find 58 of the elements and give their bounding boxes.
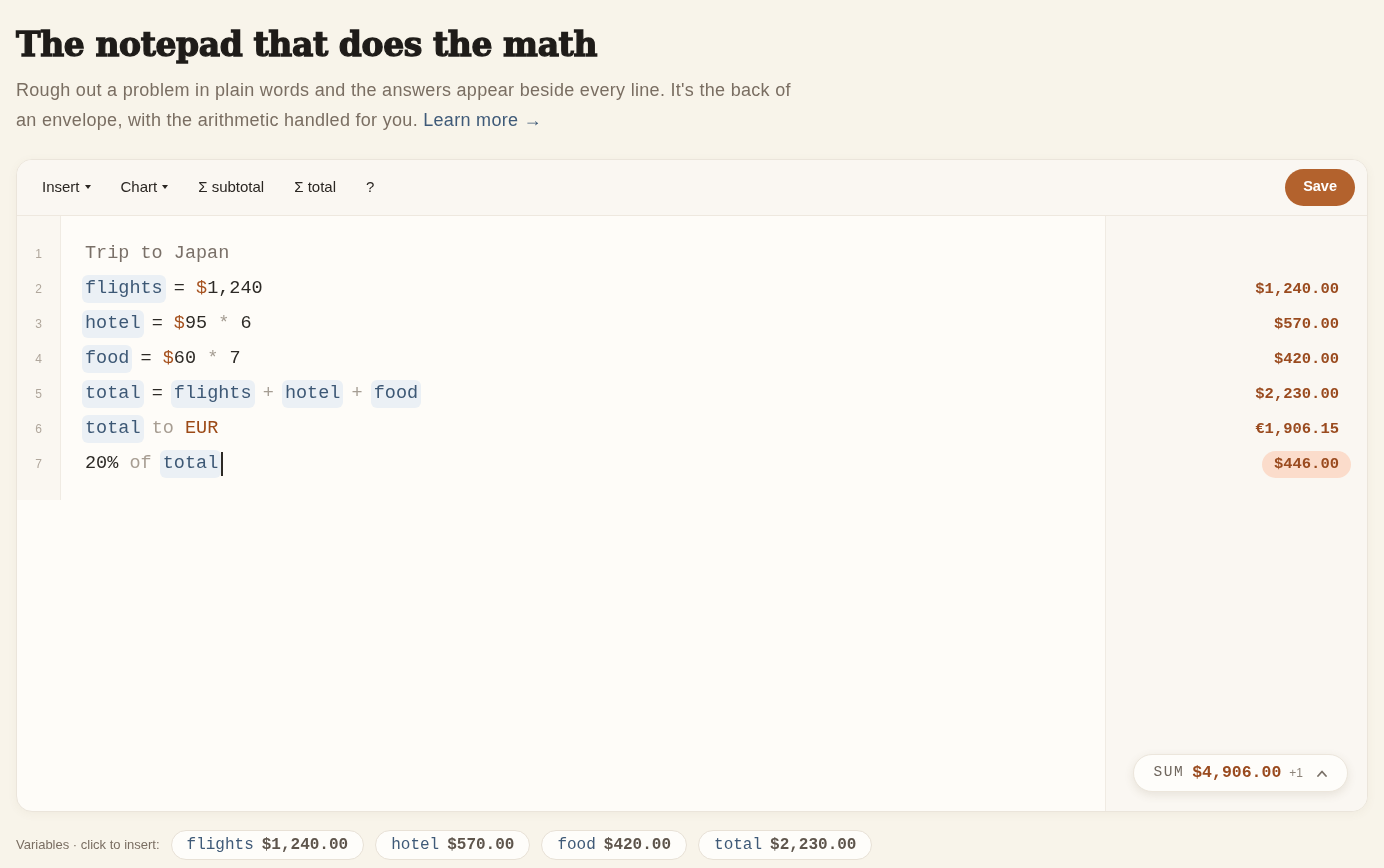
- caret-icon: [162, 185, 169, 190]
- equals-sign: =: [151, 381, 163, 406]
- variable-chip: flights: [170, 379, 255, 408]
- line-number: 7: [35, 456, 42, 474]
- toolbar-button[interactable]: Σ subtotal: [190, 171, 273, 203]
- result-value: $420.00: [1272, 348, 1340, 370]
- variable-chip-button[interactable]: hotel $570.00: [375, 830, 531, 860]
- variables-label: Variables · click to insert:: [16, 836, 160, 855]
- number-text: 7: [229, 346, 241, 371]
- number-text: 20%: [85, 451, 119, 476]
- result-value: $446.00: [1261, 450, 1351, 478]
- toolbar-button[interactable]: Σ total: [286, 171, 344, 203]
- line-number: 3: [35, 316, 42, 334]
- operator-sign: *: [207, 346, 219, 371]
- page-title: The notepad that does the math: [16, 25, 598, 65]
- variable-chip: total: [159, 449, 222, 478]
- keyword-text: of: [129, 451, 152, 476]
- line-number: 1: [35, 246, 42, 264]
- amount-text: $60: [162, 346, 197, 371]
- result-value: $1,240.00: [1254, 278, 1340, 300]
- variable-chip: total: [82, 379, 144, 408]
- equals-sign: =: [151, 311, 163, 336]
- variable-chip-button[interactable]: flights $1,240.00: [170, 830, 365, 860]
- intro-text: Rough out a problem in plain words and the answers appear beside every line. It's the back of an envelope, with the arithmetic handled for you. Learn more →: [16, 78, 792, 132]
- equals-sign: =: [140, 346, 152, 371]
- equals-sign: =: [173, 276, 185, 301]
- amount-text: $95: [173, 311, 208, 336]
- variable-chip: hotel: [281, 379, 344, 408]
- variable-chip: food: [82, 344, 133, 373]
- menu-button[interactable]: Insert: [34, 171, 99, 203]
- sum-button[interactable]: SUM $4,906.00 +1: [1132, 754, 1348, 792]
- caret-icon: [84, 185, 91, 190]
- line-number: 5: [35, 386, 42, 404]
- toolbar-button[interactable]: ?: [358, 171, 383, 203]
- line-number: 4: [35, 351, 42, 369]
- operator-sign: *: [218, 311, 230, 336]
- currency-code-text: EUR: [184, 416, 219, 441]
- keyword-text: to: [151, 416, 174, 441]
- menu-button[interactable]: Chart: [112, 171, 177, 203]
- line-number: 6: [35, 421, 42, 439]
- variable-chip: food: [370, 379, 422, 408]
- variable-chip: flights: [82, 274, 166, 303]
- variable-chip: total: [82, 414, 144, 443]
- operator-sign: +: [351, 381, 363, 406]
- learn-more-link[interactable]: Learn more →: [423, 109, 542, 130]
- line-number: 2: [35, 281, 42, 299]
- chevron-up-icon: [1317, 769, 1327, 777]
- amount-text: $1,240: [196, 276, 263, 301]
- operator-sign: +: [262, 381, 274, 406]
- variable-chip-button[interactable]: total $2,230.00: [698, 830, 873, 860]
- result-value: €1,906.15: [1254, 418, 1340, 440]
- heading-text: Trip to Japan: [85, 241, 230, 266]
- result-value: $570.00: [1272, 313, 1340, 335]
- variable-chip-button[interactable]: food $420.00: [541, 830, 688, 860]
- variable-chip: hotel: [82, 309, 144, 338]
- result-value: $2,230.00: [1254, 383, 1340, 405]
- save-button[interactable]: Save: [1285, 168, 1355, 206]
- number-text: 6: [240, 311, 252, 336]
